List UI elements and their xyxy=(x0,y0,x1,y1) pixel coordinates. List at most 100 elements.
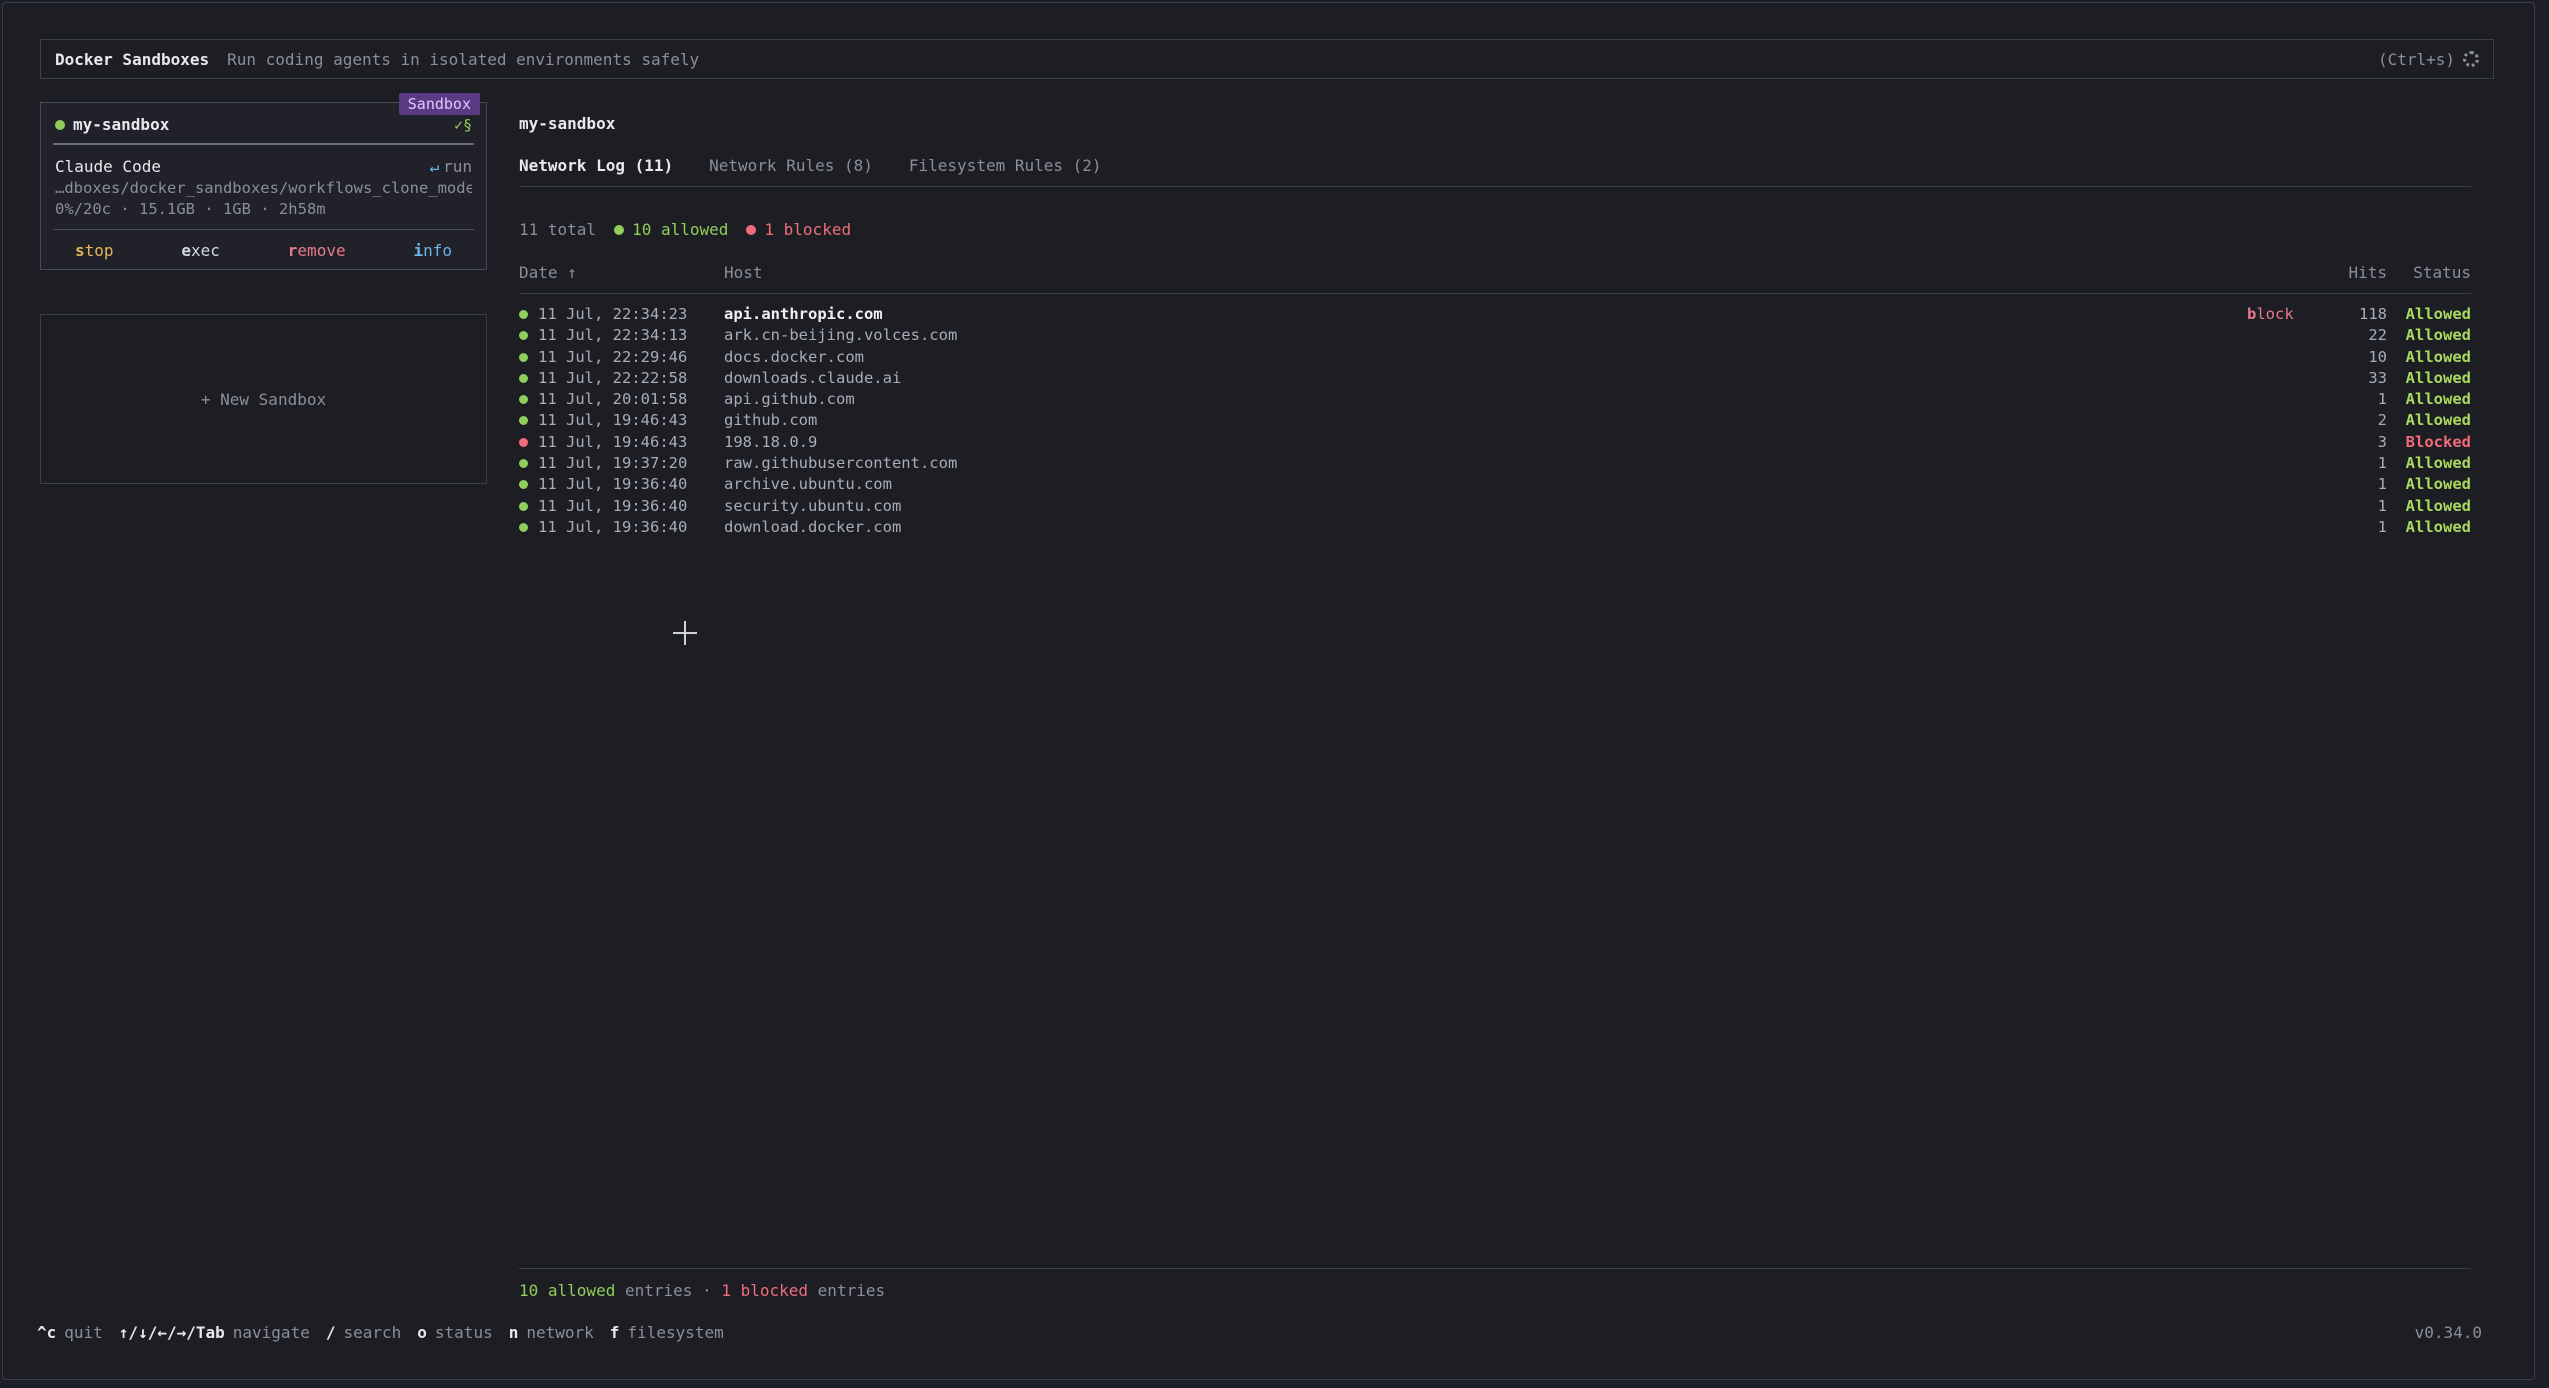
action-shortcut-key: i xyxy=(413,241,424,260)
divider xyxy=(53,229,474,230)
key-label: / xyxy=(325,1323,336,1342)
blocked-entries-label: entries xyxy=(817,1281,886,1300)
status-dot-icon xyxy=(519,416,528,426)
table-row[interactable]: 11 Jul, 22:34:13 ark.cn-beijing.volces.co… xyxy=(519,325,2471,346)
separator: · xyxy=(702,1281,712,1300)
app-window: Docker Sandboxes Run coding agents in is… xyxy=(2,2,2535,1380)
key-label: o xyxy=(417,1323,427,1342)
allowed-entries-label: entries xyxy=(624,1281,693,1300)
row-host: api.github.com xyxy=(724,390,855,409)
status-dot-icon xyxy=(55,119,65,130)
action-stop-button[interactable]: stop xyxy=(75,241,114,260)
row-host: docs.docker.com xyxy=(724,347,864,366)
row-host: downloads.claude.ai xyxy=(724,368,902,387)
settings-shortcut-label: (Ctrl+s) xyxy=(2377,49,2455,69)
run-button[interactable]: ↵ run xyxy=(429,157,472,176)
action-label: lock xyxy=(2256,305,2294,323)
status-dot-icon xyxy=(519,395,528,405)
divider xyxy=(519,1268,2471,1269)
sandbox-card[interactable]: Sandbox my-sandbox ✓§ Claude Code ↵ run …… xyxy=(40,93,487,270)
keybinding-search[interactable]: / search xyxy=(326,1323,401,1342)
status-badge: Blocked xyxy=(2405,432,2471,451)
row-host: 198.18.0.9 xyxy=(724,432,818,451)
log-summary: 11 total 10 allowed 1 blocked xyxy=(519,220,851,239)
sandbox-actions: stop exec remove info xyxy=(41,241,486,260)
keybinding-bar: ^c quit ↑/↓/←/→/Tab navigate / search o status n… xyxy=(37,1323,724,1342)
settings-shortcut[interactable]: (Ctrl+s) xyxy=(2378,50,2479,69)
allowed-dot-icon xyxy=(614,224,625,235)
key-description: search xyxy=(343,1323,402,1342)
row-hits: 33 xyxy=(2368,368,2387,387)
row-host: archive.ubuntu.com xyxy=(724,475,892,494)
gear-icon[interactable] xyxy=(2463,51,2479,67)
status-dot-icon xyxy=(519,459,528,469)
row-date: 11 Jul, 19:36:40 xyxy=(538,475,688,494)
row-date: 11 Jul, 22:22:58 xyxy=(538,368,688,387)
row-hits: 1 xyxy=(2377,475,2387,494)
table-row[interactable]: 11 Jul, 19:36:40 security.ubuntu.com 1 Allo… xyxy=(519,496,2471,517)
sandbox-path: …dboxes/docker_sandboxes/workflows_clone… xyxy=(55,179,472,197)
sandbox-badge: Sandbox xyxy=(398,93,480,115)
action-shortcut-key: s xyxy=(74,241,85,260)
action-label: emove xyxy=(297,241,346,260)
divider xyxy=(519,186,2471,187)
table-row[interactable]: 11 Jul, 19:46:43 198.18.0.9 3 Blocked xyxy=(519,432,2471,453)
row-date: 11 Jul, 22:34:23 xyxy=(538,305,688,323)
key-description: navigate xyxy=(232,1323,310,1342)
keybinding-navigate[interactable]: ↑/↓/←/→/Tab navigate xyxy=(119,1323,310,1342)
version-label: v0.34.0 xyxy=(2414,1323,2482,1342)
row-date: 11 Jul, 22:29:46 xyxy=(538,347,688,366)
table-row[interactable]: 11 Jul, 22:34:23 api.anthropic.com block 11… xyxy=(519,304,2471,325)
allowed-count: 10 allowed xyxy=(632,220,729,239)
status-badge: Allowed xyxy=(2405,326,2471,345)
new-sandbox-button[interactable]: + New Sandbox xyxy=(40,314,487,484)
keybinding-quit[interactable]: ^c quit xyxy=(37,1323,103,1342)
column-host[interactable]: Host xyxy=(724,263,763,282)
status-badge: Allowed xyxy=(2405,411,2471,430)
status-dot-icon xyxy=(519,437,528,447)
tab-0[interactable]: Network Log (11) xyxy=(519,156,673,175)
column-date[interactable]: Date ↑ xyxy=(519,263,577,282)
action-label: nfo xyxy=(423,241,453,260)
table-row[interactable]: 11 Jul, 22:22:58 downloads.claude.ai 33 All… xyxy=(519,368,2471,389)
total-count: 11 total xyxy=(519,220,597,239)
row-hits: 22 xyxy=(2368,326,2387,345)
agent-row: Claude Code ↵ run xyxy=(55,157,472,176)
status-badge: Allowed xyxy=(2405,305,2471,323)
action-label: top xyxy=(84,241,114,260)
status-dot-icon xyxy=(519,522,528,532)
tab-2[interactable]: Filesystem Rules (2) xyxy=(909,156,1102,175)
block-button[interactable]: block xyxy=(2247,304,2294,325)
app-subtitle: Run coding agents in isolated environmen… xyxy=(227,49,700,69)
keybinding-status[interactable]: o status xyxy=(417,1323,492,1342)
column-hits[interactable]: Hits xyxy=(2348,263,2387,282)
table-row[interactable]: 11 Jul, 19:46:43 github.com 2 Allowed xyxy=(519,410,2471,431)
action-shortcut-key: e xyxy=(181,241,191,260)
action-label: xec xyxy=(191,241,220,260)
tab-1[interactable]: Network Rules (8) xyxy=(709,156,873,175)
keybinding-filesystem[interactable]: f filesystem xyxy=(610,1323,724,1342)
key-label: f xyxy=(609,1323,620,1342)
table-row[interactable]: 11 Jul, 19:37:20 raw.githubusercontent.co… xyxy=(519,453,2471,474)
keybinding-network[interactable]: n network xyxy=(509,1323,594,1342)
action-remove-button[interactable]: remove xyxy=(288,241,346,260)
header-bar: Docker Sandboxes Run coding agents in is… xyxy=(40,39,2494,79)
table-row[interactable]: 11 Jul, 22:29:46 docs.docker.com 10 Allowed xyxy=(519,347,2471,368)
row-host: security.ubuntu.com xyxy=(724,496,902,515)
divider xyxy=(53,143,474,145)
column-status[interactable]: Status xyxy=(2413,263,2471,282)
blocked-count: 1 blocked xyxy=(764,220,852,239)
table-row[interactable]: 11 Jul, 19:36:40 download.docker.com 1 Allo… xyxy=(519,517,2471,538)
key-label: ^c xyxy=(37,1323,57,1342)
action-info-button[interactable]: info xyxy=(413,241,452,260)
row-host: raw.githubusercontent.com xyxy=(724,454,958,473)
status-badge: Allowed xyxy=(2405,475,2471,494)
table-row[interactable]: 11 Jul, 19:36:40 archive.ubuntu.com 1 Allow… xyxy=(519,474,2471,495)
action-exec-button[interactable]: exec xyxy=(181,241,220,260)
tab-bar: Network Log (11) Network Rules (8) Filesys… xyxy=(519,156,1102,175)
table-row[interactable]: 11 Jul, 20:01:58 api.github.com 1 Allowed xyxy=(519,389,2471,410)
row-hits: 2 xyxy=(2377,411,2387,430)
row-host: github.com xyxy=(724,411,818,430)
row-host: api.anthropic.com xyxy=(724,305,883,323)
status-badge: Allowed xyxy=(2405,496,2471,515)
